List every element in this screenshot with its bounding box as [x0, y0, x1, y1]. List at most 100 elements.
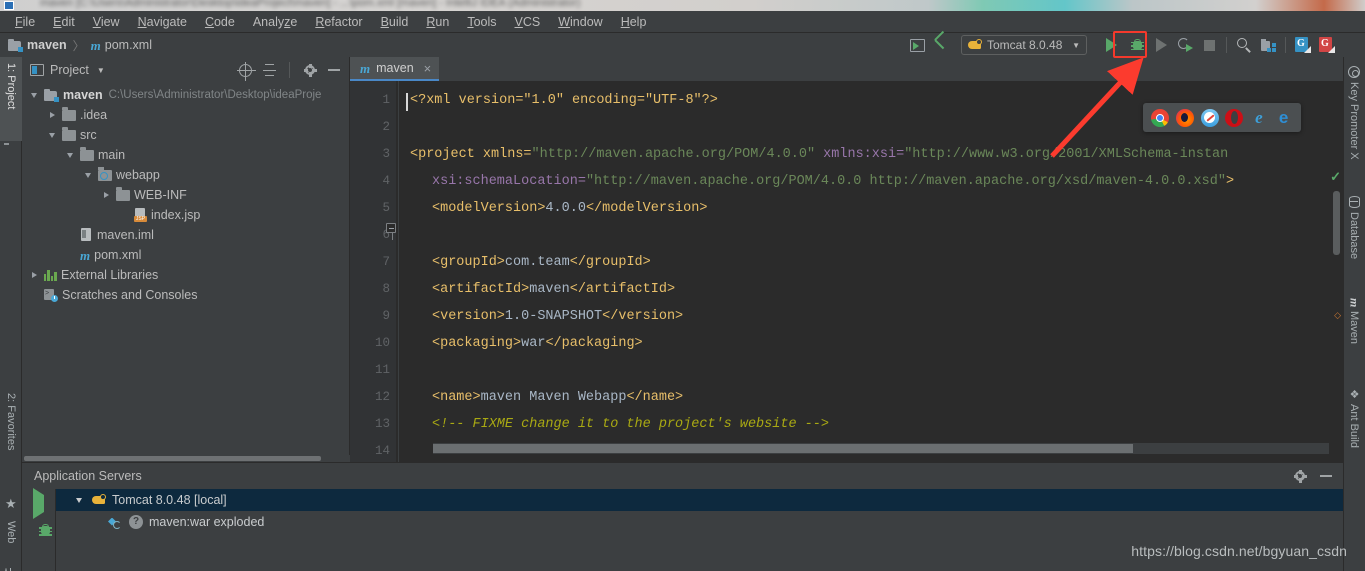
twisty-down-icon[interactable]: [28, 92, 40, 98]
sidebar-item-favorites[interactable]: 2: Favorites: [0, 387, 22, 491]
run-configuration-selector[interactable]: Tomcat 8.0.48 ▼: [961, 35, 1087, 55]
inspection-status-icon[interactable]: ✓: [1330, 169, 1341, 185]
collapse-all-button[interactable]: [260, 61, 278, 79]
menu-refactor[interactable]: Refactor: [306, 13, 371, 31]
breadcrumb-file[interactable]: pom.xml: [105, 38, 152, 52]
editor-horizontal-scrollbar[interactable]: [433, 443, 1343, 454]
twisty-down-icon[interactable]: [82, 172, 94, 178]
twisty-down-icon[interactable]: [64, 152, 76, 158]
locate-file-button[interactable]: [236, 61, 256, 81]
tree-node-pom-xml[interactable]: m pom.xml: [22, 245, 349, 265]
maven-m-icon: m: [90, 37, 101, 53]
tree-node-maven-iml[interactable]: maven.iml: [22, 225, 349, 245]
restore-layout-button[interactable]: [905, 34, 929, 56]
menu-help[interactable]: Help: [612, 13, 656, 31]
project-horizontal-scrollbar[interactable]: [22, 455, 350, 462]
vcs-commit-button[interactable]: G: [1315, 34, 1339, 56]
code-token: >: [1225, 174, 1235, 189]
favorites-star-icon: ★: [5, 496, 17, 511]
open-in-browser-popup[interactable]: e e: [1143, 103, 1301, 132]
scrollbar-thumb[interactable]: [24, 456, 321, 461]
editor-marker-gutter[interactable]: ✓ ◇: [1329, 105, 1343, 462]
application-servers-settings-button[interactable]: [1291, 467, 1309, 485]
tree-node-path: C:\Users\Administrator\Desktop\ideaProje: [108, 89, 322, 101]
code-line-10: <packaging>war</packaging>: [410, 330, 1343, 357]
code-fold-marker[interactable]: [386, 223, 396, 240]
left-tab-label-project: 1: Project: [5, 63, 17, 110]
tree-node-webapp[interactable]: webapp: [22, 165, 349, 185]
server-row-tomcat[interactable]: Tomcat 8.0.48 [local]: [56, 489, 1343, 511]
breadcrumb-module[interactable]: maven: [27, 38, 67, 52]
code-token: maven Maven Webapp: [480, 390, 627, 405]
tab-maven-pom[interactable]: m maven ×: [350, 57, 440, 81]
tomcat-icon: [968, 39, 982, 51]
tree-node-web-inf[interactable]: WEB-INF: [22, 185, 349, 205]
debug-button[interactable]: [1125, 34, 1149, 56]
menu-view[interactable]: View: [84, 13, 129, 31]
sidebar-item-maven[interactable]: m Maven: [1343, 293, 1365, 377]
tree-node-maven[interactable]: maven C:\Users\Administrator\Desktop\ide…: [22, 85, 349, 105]
project-structure-button[interactable]: [1256, 34, 1280, 56]
editor-marker[interactable]: ◇: [1334, 310, 1341, 321]
twisty-right-icon[interactable]: [46, 112, 58, 118]
update-application-button[interactable]: [929, 30, 953, 56]
twisty-down-icon[interactable]: [72, 497, 86, 503]
minimize-icon: [328, 69, 340, 71]
menu-code[interactable]: Code: [196, 13, 244, 31]
tree-node-external-libraries[interactable]: External Libraries: [22, 265, 349, 285]
close-icon[interactable]: ×: [424, 61, 432, 76]
sidebar-item-ant-build[interactable]: ❖ Ant Build: [1343, 383, 1365, 475]
edge-icon[interactable]: e: [1275, 108, 1293, 127]
stop-button[interactable]: [1197, 34, 1221, 56]
run-with-coverage-button[interactable]: [1149, 34, 1173, 56]
menu-navigate[interactable]: Navigate: [129, 13, 196, 31]
opera-icon[interactable]: [1225, 108, 1244, 127]
collapse-all-icon: [262, 64, 276, 76]
chevron-down-icon: ▼: [1072, 40, 1080, 50]
internet-explorer-icon[interactable]: e: [1250, 108, 1268, 127]
menu-file[interactable]: File: [6, 13, 44, 31]
twisty-right-icon[interactable]: [28, 272, 40, 278]
run-server-button[interactable]: [33, 488, 44, 519]
firefox-icon[interactable]: [1175, 108, 1194, 127]
twisty-down-icon[interactable]: [46, 132, 58, 138]
tree-label: Scratches and Consoles: [62, 288, 198, 302]
menu-window[interactable]: Window: [549, 13, 611, 31]
sidebar-item-database[interactable]: Database: [1343, 191, 1365, 287]
tree-node-scratches-and-consoles[interactable]: > Scratches and Consoles: [22, 285, 349, 305]
rerun-button[interactable]: [1173, 34, 1197, 56]
menu-vcs[interactable]: VCS: [506, 13, 550, 31]
application-servers-hide-button[interactable]: [1317, 467, 1335, 485]
webapp-folder-icon: [98, 167, 112, 181]
menu-analyze[interactable]: Analyze: [244, 13, 306, 31]
vcs-update-button[interactable]: G: [1291, 34, 1315, 56]
text-caret: [406, 93, 408, 111]
code-content[interactable]: <?xml version="1.0" encoding="UTF-8"?> <…: [406, 87, 1343, 462]
hide-panel-button[interactable]: [325, 61, 343, 79]
tree-node-src[interactable]: src: [22, 125, 349, 145]
tree-node-index-jsp[interactable]: JSP index.jsp: [22, 205, 349, 225]
sidebar-item-project[interactable]: 1: Project: [0, 57, 22, 141]
editor-vertical-scrollbar-thumb[interactable]: [1333, 191, 1340, 255]
tree-node-main[interactable]: main: [22, 145, 349, 165]
breadcrumb: maven 〉 m pom.xml: [8, 37, 152, 54]
menu-edit[interactable]: Edit: [44, 13, 84, 31]
search-everywhere-button[interactable]: [1232, 34, 1256, 56]
safari-icon[interactable]: [1200, 108, 1219, 127]
run-button[interactable]: [1097, 34, 1125, 56]
sidebar-item-web[interactable]: Web: [0, 515, 22, 567]
sidebar-item-key-promoter-x[interactable]: Key Promoter X: [1343, 61, 1365, 185]
chrome-icon[interactable]: [1151, 108, 1170, 127]
server-row-artifact[interactable]: ? maven:war exploded: [56, 511, 1343, 533]
left-tab-label-favorites: 2: Favorites: [5, 393, 17, 451]
menu-build[interactable]: Build: [372, 13, 418, 31]
menu-run[interactable]: Run: [417, 13, 458, 31]
server-row-label: maven:war exploded: [149, 515, 265, 529]
project-settings-button[interactable]: [301, 61, 319, 79]
tree-node-idea[interactable]: .idea: [22, 105, 349, 125]
menu-tools[interactable]: Tools: [458, 13, 505, 31]
project-view-chevron-icon[interactable]: ▼: [97, 66, 105, 75]
twisty-right-icon[interactable]: [100, 192, 112, 198]
scrollbar-thumb[interactable]: [433, 444, 1133, 453]
code-editor[interactable]: 1 2 3 4 5 6 7 8 9 10 11 12 13 14 <?xml v…: [350, 81, 1343, 462]
